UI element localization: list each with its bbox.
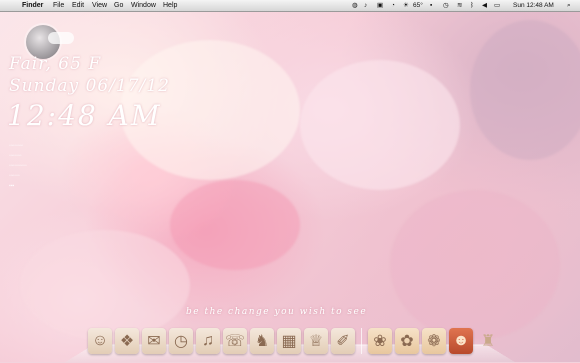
info-line: ▪▪▪ <box>9 183 15 189</box>
clock-widget: 12:48 AM <box>7 99 162 132</box>
info-line: ▫▫▫▫▫▫▫▫ <box>9 143 24 149</box>
dress-dock-icon[interactable]: ♕ <box>304 328 328 354</box>
sync-status-icon[interactable]: ◔ <box>391 0 395 11</box>
menu-go[interactable]: Go <box>114 0 123 11</box>
menu-edit[interactable]: Edit <box>72 0 84 11</box>
menu-view[interactable]: View <box>92 0 107 11</box>
quote-text: be the change you wish to see <box>186 307 368 317</box>
bluetooth-icon[interactable]: ᛒ <box>470 0 474 11</box>
petal <box>390 190 560 340</box>
display-status-icon[interactable]: ▣ <box>377 0 383 11</box>
messages-dock-icon[interactable]: ☏ <box>223 328 247 354</box>
chess-dock-icon[interactable]: ♞ <box>250 328 274 354</box>
weather-cloud-icon <box>48 32 74 44</box>
clock-dock-icon[interactable]: ◷ <box>169 328 193 354</box>
weather-widget: Fair, 65 F <box>9 54 102 74</box>
mail-dock-icon[interactable]: ✉ <box>142 328 166 354</box>
finder-dock-icon[interactable]: ☺ <box>88 328 112 354</box>
dock: ☺ ❖ ✉ ◷ ♫ ☏ ♞ ▦ ♕ ✐ ❀ ✿ ❁ ☻ ♜ <box>88 322 500 354</box>
battery-icon[interactable]: ▭ <box>494 0 500 11</box>
menu-help[interactable]: Help <box>163 0 177 11</box>
petal <box>300 60 460 190</box>
calendar-dock-icon[interactable]: ▦ <box>277 328 301 354</box>
volume-icon[interactable]: ◀ <box>482 0 487 11</box>
menu-file[interactable]: File <box>53 0 64 11</box>
folder-dock-icon[interactable]: ✿ <box>395 328 419 354</box>
folder-dock-icon[interactable]: ❀ <box>368 328 392 354</box>
weather-status-icon[interactable]: ☀ <box>403 0 409 11</box>
photos-dock-icon[interactable]: ❖ <box>115 328 139 354</box>
date-widget: Sunday 06/17/12 <box>9 76 170 96</box>
music-dock-icon[interactable]: ♫ <box>196 328 220 354</box>
trash-dock-icon[interactable]: ♜ <box>476 328 500 354</box>
menu-extra-icon[interactable]: ▪ <box>430 0 432 11</box>
portrait-dock-icon[interactable]: ☻ <box>449 328 473 354</box>
spotlight-icon[interactable]: ⌕ <box>567 0 571 11</box>
info-line: ▫▫▫▫▫▫▫▫▫▫ <box>9 163 27 169</box>
menu-finder[interactable]: Finder <box>22 0 43 11</box>
petal <box>170 180 300 270</box>
menu-bar: Finder File Edit View Go Window Help ◍ ♪… <box>0 0 580 12</box>
info-line: ▫▫▫▫▫▫▫ <box>9 153 22 159</box>
info-line: ▫▫▫▫▫▫ <box>9 173 20 179</box>
dock-separator <box>361 328 362 354</box>
preview-dock-icon[interactable]: ✐ <box>331 328 355 354</box>
small-info-widget: ▫▫▫▫▫▫▫▫ ▫▫▫▫▫▫▫ ▫▫▫▫▫▫▫▫▫▫ ▫▫▫▫▫▫ ▪▪▪ <box>9 141 27 191</box>
petal <box>470 20 580 160</box>
time-machine-icon[interactable]: ◷ <box>443 0 449 11</box>
menu-window[interactable]: Window <box>131 0 156 11</box>
folder-dock-icon[interactable]: ❁ <box>422 328 446 354</box>
music-status-icon[interactable]: ♪ <box>364 0 367 11</box>
menubar-clock[interactable]: Sun 12:48 AM <box>513 0 554 11</box>
temperature-status[interactable]: 65° <box>413 0 423 11</box>
wifi-icon[interactable]: ≋ <box>457 0 462 11</box>
bluetooth-status-icon[interactable]: ◍ <box>352 0 358 11</box>
